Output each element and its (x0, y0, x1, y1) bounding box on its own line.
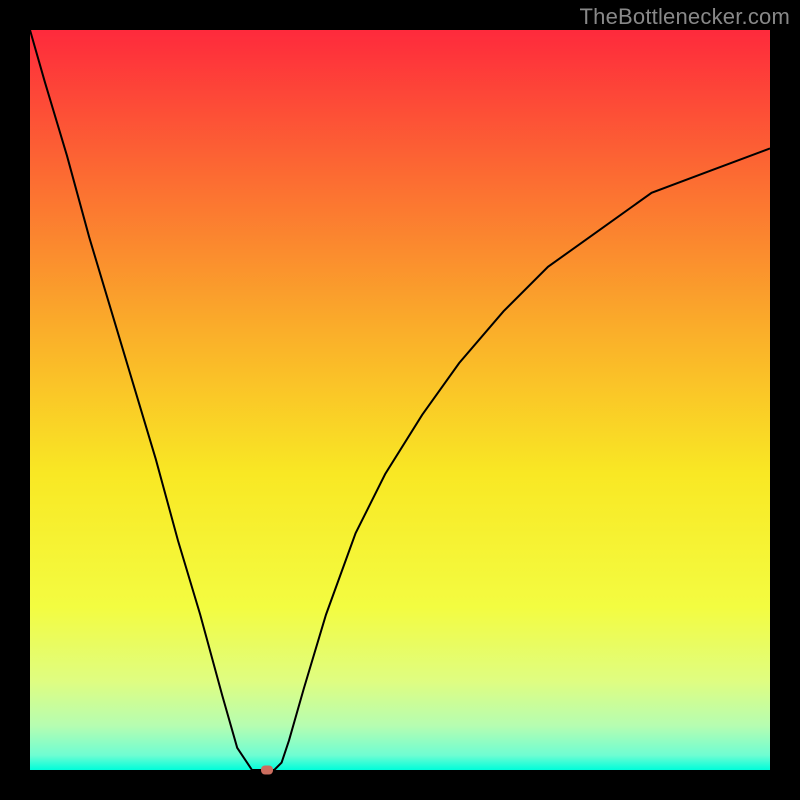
chart-frame: TheBottlenecker.com (0, 0, 800, 800)
bottleneck-curve (30, 30, 770, 770)
curve-path (30, 30, 770, 770)
plot-area (30, 30, 770, 770)
optimal-point-marker (261, 766, 273, 775)
watermark-text: TheBottlenecker.com (580, 4, 790, 30)
